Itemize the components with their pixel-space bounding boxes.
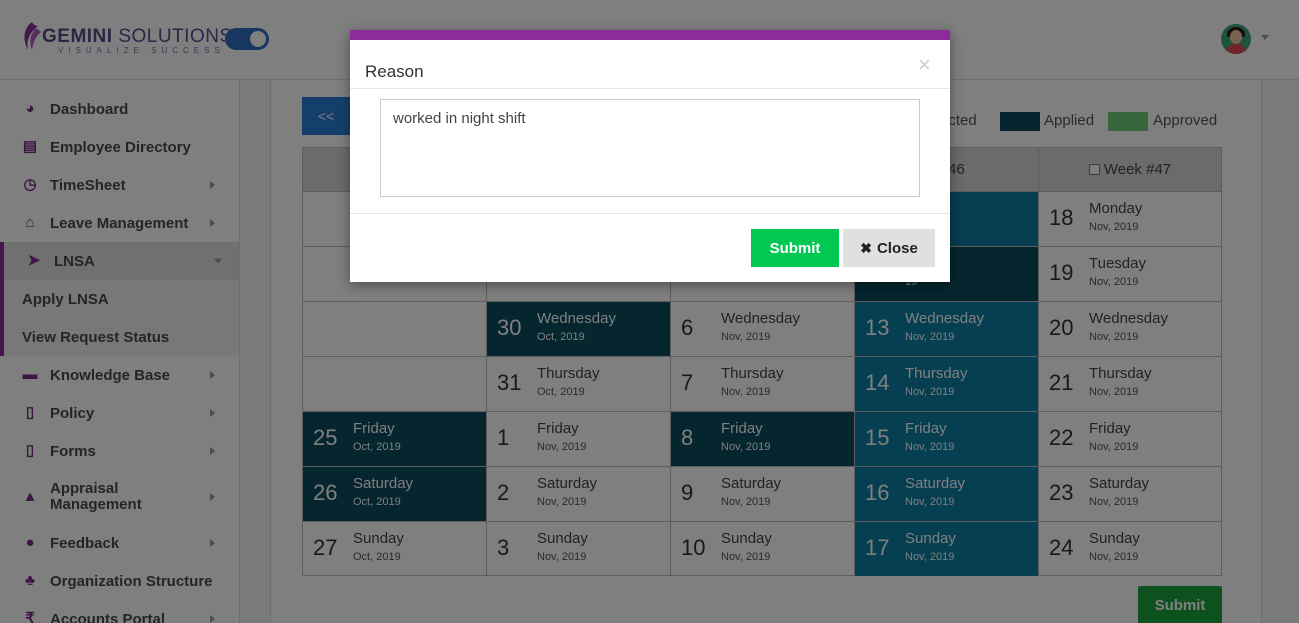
reason-textarea[interactable]: worked in night shift [380, 99, 920, 197]
modal-submit-button[interactable]: Submit [751, 229, 839, 267]
close-icon[interactable]: × [918, 52, 931, 78]
modal-close-button[interactable]: ✖ Close [843, 229, 935, 267]
reason-modal: Reason × worked in night shift Submit ✖ … [350, 30, 950, 282]
modal-title: Reason [365, 62, 424, 81]
modal-divider [350, 213, 950, 214]
times-icon: ✖ [860, 239, 872, 256]
close-label: Close [876, 239, 918, 257]
modal-divider [350, 88, 950, 89]
